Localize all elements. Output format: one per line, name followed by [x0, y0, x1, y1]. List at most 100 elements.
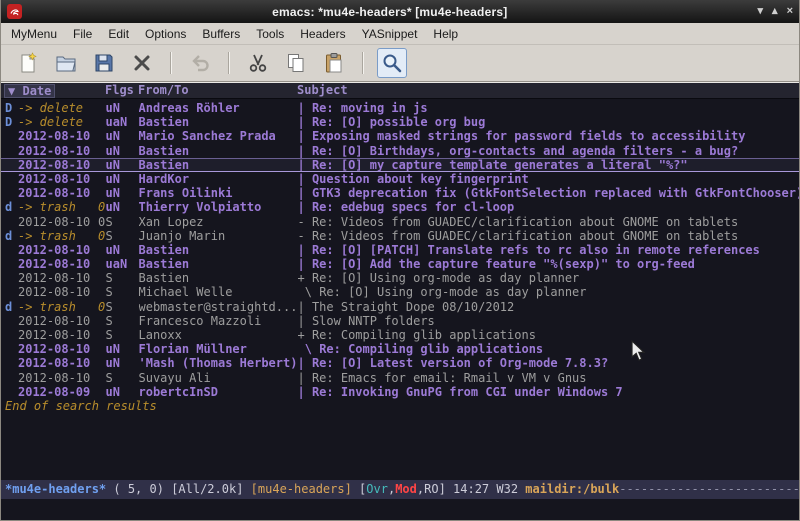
message-flags: uN — [106, 200, 139, 214]
close-buffer-button[interactable] — [127, 48, 157, 78]
copy-button[interactable] — [281, 48, 311, 78]
column-header-date[interactable]: ▼ Date — [4, 84, 55, 98]
message-row[interactable]: 2012-08-10uNFlorian Müllner \ Re: Compil… — [1, 342, 799, 356]
message-flag-extra: 0 — [98, 300, 106, 314]
message-flags: S — [106, 300, 139, 314]
thread-indicator: | — [298, 257, 312, 271]
menu-item-options[interactable]: Options — [137, 24, 194, 44]
message-flags: S — [106, 229, 139, 243]
thread-indicator: | — [298, 356, 312, 370]
message-row[interactable]: 2012-08-10uNFrans Oilinki| GTK3 deprecat… — [1, 186, 799, 200]
message-from: Frans Oilinki — [139, 186, 298, 200]
message-row[interactable]: 2012-08-10SLanoxx+ Re: Compiling glib ap… — [1, 328, 799, 342]
menu-item-file[interactable]: File — [65, 24, 100, 44]
message-row[interactable]: d-> trash0uNThierry Volpiatto| Re: edebu… — [1, 200, 799, 214]
paste-icon — [322, 51, 346, 75]
message-row[interactable]: 2012-08-10SFrancesco Mazzoli| Slow NNTP … — [1, 314, 799, 328]
undo-button[interactable] — [185, 48, 215, 78]
open-file-button[interactable] — [51, 48, 81, 78]
message-row[interactable]: 2012-08-10SSuvayu Ali| Re: Emacs for ema… — [1, 371, 799, 385]
message-from: Florian Müllner — [139, 342, 298, 356]
message-date: -> delete — [18, 101, 98, 115]
message-date: 2012-08-10 — [18, 215, 98, 229]
paste-button[interactable] — [319, 48, 349, 78]
thread-indicator: | — [298, 314, 312, 328]
message-subject: Re: [O] my capture template generates a … — [312, 159, 799, 171]
message-row[interactable]: D-> deleteuaNBastien| Re: [O] possible o… — [1, 115, 799, 129]
message-flag-extra — [98, 144, 106, 158]
message-row[interactable]: 2012-08-10uN'Mash (Thomas Herbert)| Re: … — [1, 356, 799, 370]
message-row[interactable]: 2012-08-10SMichael Welle \ Re: [O] Using… — [1, 285, 799, 299]
cut-button[interactable] — [243, 48, 273, 78]
menu-item-tools[interactable]: Tools — [248, 24, 292, 44]
menu-item-yasnippet[interactable]: YASnippet — [354, 24, 426, 44]
message-flags: S — [106, 285, 139, 299]
message-row[interactable]: 2012-08-10uaNBastien| Re: [O] Add the ca… — [1, 257, 799, 271]
message-row[interactable]: 2012-08-10SBastien+ Re: [O] Using org-mo… — [1, 271, 799, 285]
minimize-button[interactable]: ▾ — [758, 6, 764, 17]
message-flags: uaN — [106, 115, 139, 129]
message-list: D-> deleteuNAndreas Röhler| Re: moving i… — [1, 101, 799, 399]
thread-indicator: | — [298, 129, 312, 143]
message-row[interactable]: d-> trash0SJuanjo Marin- Re: Videos from… — [1, 229, 799, 243]
message-row[interactable]: 2012-08-09uNrobertcInSD| Re: Invoking Gn… — [1, 385, 799, 399]
close-button[interactable]: × — [787, 6, 793, 17]
modeline-comma-1: , — [388, 480, 395, 499]
menu-item-buffers[interactable]: Buffers — [194, 24, 248, 44]
message-date: 2012-08-09 — [18, 385, 98, 399]
message-subject: Re: Invoking GnuPG from CGI under Window… — [312, 385, 799, 399]
message-flags: S — [106, 314, 139, 328]
modeline-clock: 14:27 W32 — [446, 480, 525, 499]
app-icon — [7, 4, 22, 19]
message-row[interactable]: 2012-08-10uNHardKor| Question about key … — [1, 172, 799, 186]
save-buffer-button[interactable] — [89, 48, 119, 78]
message-date: 2012-08-10 — [18, 257, 98, 271]
message-row[interactable]: 2012-08-10uNBastien| Re: [O] [PATCH] Tra… — [1, 243, 799, 257]
menu-item-edit[interactable]: Edit — [100, 24, 137, 44]
message-flags: uN — [106, 356, 139, 370]
message-mark: d — [1, 229, 18, 243]
titlebar[interactable]: emacs: *mu4e-headers* [mu4e-headers] ▾ ▴… — [1, 0, 799, 23]
new-file-button[interactable] — [13, 48, 43, 78]
headers-buffer[interactable]: D-> deleteuNAndreas Röhler| Re: moving i… — [1, 99, 799, 480]
message-date: 2012-08-10 — [18, 129, 98, 143]
message-row[interactable]: 2012-08-10uNBastien| Re: [O] my capture … — [1, 158, 799, 172]
thread-indicator: \ — [298, 342, 320, 356]
message-from: webmaster@straightd... — [139, 300, 298, 314]
modeline-buffer-name: *mu4e-headers* — [5, 480, 106, 499]
window-title: emacs: *mu4e-headers* [mu4e-headers] — [22, 5, 758, 19]
message-date: -> trash — [18, 300, 98, 314]
message-row[interactable]: d-> trash0Swebmaster@straightd...| The S… — [1, 300, 799, 314]
column-header-flags[interactable]: Flgs — [105, 83, 134, 98]
thread-indicator: | — [298, 385, 312, 399]
maximize-button[interactable]: ▴ — [772, 6, 778, 17]
message-row[interactable]: 2012-08-100SXan Lopez- Re: Videos from G… — [1, 215, 799, 229]
menu-item-mymenu[interactable]: MyMenu — [3, 24, 65, 44]
toolbar-separator — [362, 52, 364, 74]
menu-item-help[interactable]: Help — [425, 24, 466, 44]
menu-item-headers[interactable]: Headers — [292, 24, 353, 44]
message-row[interactable]: 2012-08-10uNBastien| Re: [O] Birthdays, … — [1, 144, 799, 158]
message-from: Juanjo Marin — [139, 229, 298, 243]
message-subject: Re: [O] Add the capture feature "%(sexp)… — [312, 257, 799, 271]
open-file-icon — [54, 51, 78, 75]
column-header-from[interactable]: From/To — [138, 83, 189, 98]
message-mark — [1, 356, 18, 370]
echo-area[interactable] — [1, 499, 799, 521]
column-header-subject[interactable]: Subject — [297, 83, 348, 98]
message-row[interactable]: D-> deleteuNAndreas Röhler| Re: moving i… — [1, 101, 799, 115]
message-row[interactable]: 2012-08-10uNMario Sanchez Prada| Exposin… — [1, 129, 799, 143]
message-date: 2012-08-10 — [18, 285, 98, 299]
message-flags: S — [106, 215, 139, 229]
message-mark: D — [1, 115, 18, 129]
mode-line[interactable]: *mu4e-headers* ( 5, 0) [All/2.0k] [mu4e-… — [1, 480, 799, 499]
message-flag-extra — [98, 342, 106, 356]
search-button[interactable] — [377, 48, 407, 78]
message-flag-extra — [98, 159, 106, 171]
message-flag-extra: 0 — [98, 215, 106, 229]
message-flags: uN — [106, 243, 139, 257]
message-from: Bastien — [139, 115, 298, 129]
message-mark — [1, 314, 18, 328]
message-flags: uN — [106, 186, 139, 200]
modeline-modified-indicator: Mod — [395, 480, 417, 499]
